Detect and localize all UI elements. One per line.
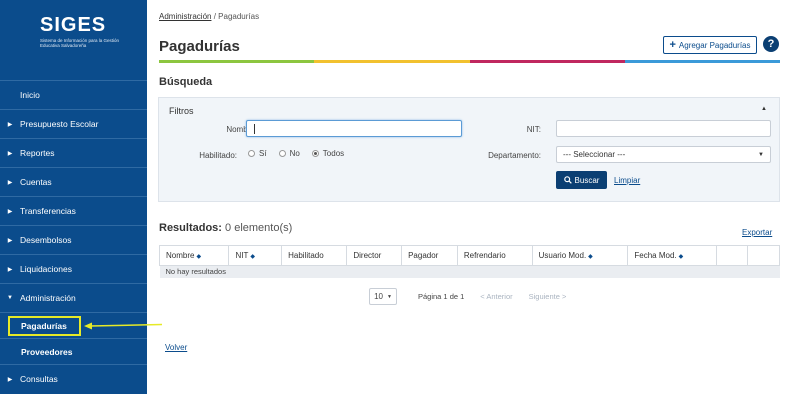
column-header-director: Director: [346, 245, 403, 266]
search-button[interactable]: Buscar: [556, 171, 607, 189]
logo-subtitle: Sistema de Información para la Gestión E…: [40, 38, 120, 48]
app-logo[interactable]: SIGES Sistema de Información para la Ges…: [0, 0, 147, 80]
sort-icon: ◆: [250, 254, 255, 260]
sidebar-item-transferencias[interactable]: ▶ Transferencias: [0, 196, 147, 225]
results-table: Nombre ◆ NIT ◆ Habilitado Director Pagador…: [158, 245, 780, 278]
logo-title: SIGES: [40, 14, 107, 36]
breadcrumb: Administración / Pagadurías: [159, 12, 259, 21]
radio-todos[interactable]: Todos: [311, 149, 344, 158]
column-header-nombre[interactable]: Nombre ◆: [158, 245, 230, 266]
column-header-fecha-mod[interactable]: Fecha Mod. ◆: [627, 245, 717, 266]
add-pagaduria-button[interactable]: + Agregar Pagadurías: [663, 36, 757, 54]
radio-dot: [278, 150, 286, 157]
sidebar-item-label: Cuentas: [20, 177, 52, 187]
color-divider: [159, 60, 780, 63]
nit-input[interactable]: [556, 120, 771, 137]
clear-link[interactable]: Limpiar: [614, 176, 640, 185]
habilitado-label: Habilitado:: [199, 151, 237, 160]
page-title: Pagadurías: [159, 38, 240, 55]
sidebar-item-label: Consultas: [20, 374, 58, 384]
sidebar-item-label: Administración: [20, 293, 76, 303]
sidebar-nav: Inicio ▶ Presupuesto Escolar ▶ Reportes …: [0, 80, 147, 393]
sidebar-item-reportes[interactable]: ▶ Reportes: [0, 138, 147, 167]
breadcrumb-link-administracion[interactable]: Administración: [159, 12, 211, 21]
help-icon[interactable]: ?: [763, 36, 779, 52]
page-info: Página 1 de 1: [418, 292, 465, 301]
column-header-refrendario: Refrendario: [456, 245, 533, 266]
column-header-action-2: [747, 245, 780, 266]
sidebar-item-label: Pagadurías: [21, 320, 67, 331]
sidebar-item-label: Inicio: [20, 90, 40, 100]
column-header-nit[interactable]: NIT ◆: [228, 245, 283, 266]
dropdown-caret-icon: ▼: [758, 151, 764, 158]
main-content: Administración / Pagadurías Pagadurías +…: [147, 0, 789, 394]
sidebar-item-inicio[interactable]: Inicio: [0, 80, 147, 109]
results-count: 0 elemento(s): [225, 222, 293, 234]
logo-arc-decoration: [121, 0, 147, 20]
sort-icon: ◆: [588, 254, 593, 260]
sidebar-item-consultas[interactable]: ▶ Consultas: [0, 364, 147, 393]
table-header-row: Nombre ◆ NIT ◆ Habilitado Director Pagador…: [158, 245, 780, 266]
sidebar-subitem-proveedores[interactable]: Proveedores: [0, 338, 147, 364]
sidebar-item-presupuesto-escolar[interactable]: ▶ Presupuesto Escolar: [0, 109, 147, 138]
sidebar: SIGES Sistema de Información para la Ges…: [0, 0, 147, 394]
departamento-label: Departamento:: [488, 151, 541, 160]
column-header-pagador: Pagador: [401, 245, 458, 266]
chevron-right-icon: ▶: [7, 121, 13, 128]
sidebar-item-liquidaciones[interactable]: ▶ Liquidaciones: [0, 254, 147, 283]
sort-icon: ◆: [196, 254, 202, 260]
export-link[interactable]: Exportar: [742, 228, 772, 237]
nombre-input[interactable]: [246, 120, 462, 137]
chevron-right-icon: ▶: [7, 208, 13, 215]
sidebar-item-label: Proveedores: [21, 346, 73, 357]
breadcrumb-current: Pagadurías: [218, 12, 260, 21]
radio-no[interactable]: No: [278, 149, 300, 158]
table-row-empty: No hay resultados: [159, 265, 780, 278]
filters-title: Filtros: [169, 106, 194, 116]
radio-si[interactable]: Sí: [248, 149, 267, 158]
add-button-label: Agregar Pagadurías: [678, 40, 751, 50]
chevron-right-icon: ▶: [7, 237, 13, 244]
prev-page-link[interactable]: < Anterior: [480, 292, 512, 301]
sidebar-item-administracion[interactable]: ▼ Administración: [0, 283, 147, 312]
sidebar-item-label: Presupuesto Escolar: [20, 119, 99, 129]
chevron-right-icon: ▶: [7, 266, 13, 273]
radio-dot: [248, 150, 255, 157]
empty-message: No hay resultados: [159, 265, 780, 278]
search-icon: [563, 176, 572, 184]
filters-panel: Filtros ▲ Nombre: NIT: Habilitado: Sí No…: [158, 97, 780, 202]
back-link[interactable]: Volver: [165, 343, 187, 352]
departamento-select[interactable]: --- Seleccionar --- ▼: [556, 146, 771, 163]
sort-icon: ◆: [678, 254, 684, 260]
results-title: Resultados: 0 elemento(s): [159, 222, 293, 234]
collapse-up-icon[interactable]: ▲: [761, 106, 767, 112]
next-page-link[interactable]: Siguiente >: [529, 292, 567, 301]
nit-label: NIT:: [526, 125, 541, 134]
plus-icon: +: [669, 39, 676, 51]
column-header-usuario-mod[interactable]: Usuario Mod. ◆: [531, 245, 629, 266]
sidebar-item-desembolsos[interactable]: ▶ Desembolsos: [0, 225, 147, 254]
text-caret: [254, 124, 255, 134]
page-size-select[interactable]: 10 ▼: [369, 288, 397, 305]
chevron-right-icon: ▶: [7, 376, 13, 383]
breadcrumb-separator: /: [213, 12, 216, 21]
sidebar-item-label: Transferencias: [20, 206, 76, 216]
dropdown-caret-icon: ▼: [386, 293, 392, 300]
chevron-right-icon: ▶: [7, 150, 13, 157]
column-header-action-1: [715, 245, 749, 266]
habilitado-radio-group: Sí No Todos: [248, 149, 344, 158]
chevron-right-icon: ▶: [7, 179, 13, 186]
column-header-habilitado: Habilitado: [281, 245, 348, 266]
pagination: 10 ▼ Página 1 de 1 < Anterior Siguiente …: [369, 288, 566, 305]
sidebar-item-cuentas[interactable]: ▶ Cuentas: [0, 167, 147, 196]
chevron-down-icon: ▼: [7, 295, 13, 301]
sidebar-item-label: Reportes: [20, 148, 55, 158]
sidebar-item-label: Desembolsos: [20, 235, 72, 245]
radio-dot-selected: [311, 150, 319, 157]
sidebar-item-label: Liquidaciones: [20, 264, 72, 274]
search-section-title: Búsqueda: [159, 76, 213, 88]
